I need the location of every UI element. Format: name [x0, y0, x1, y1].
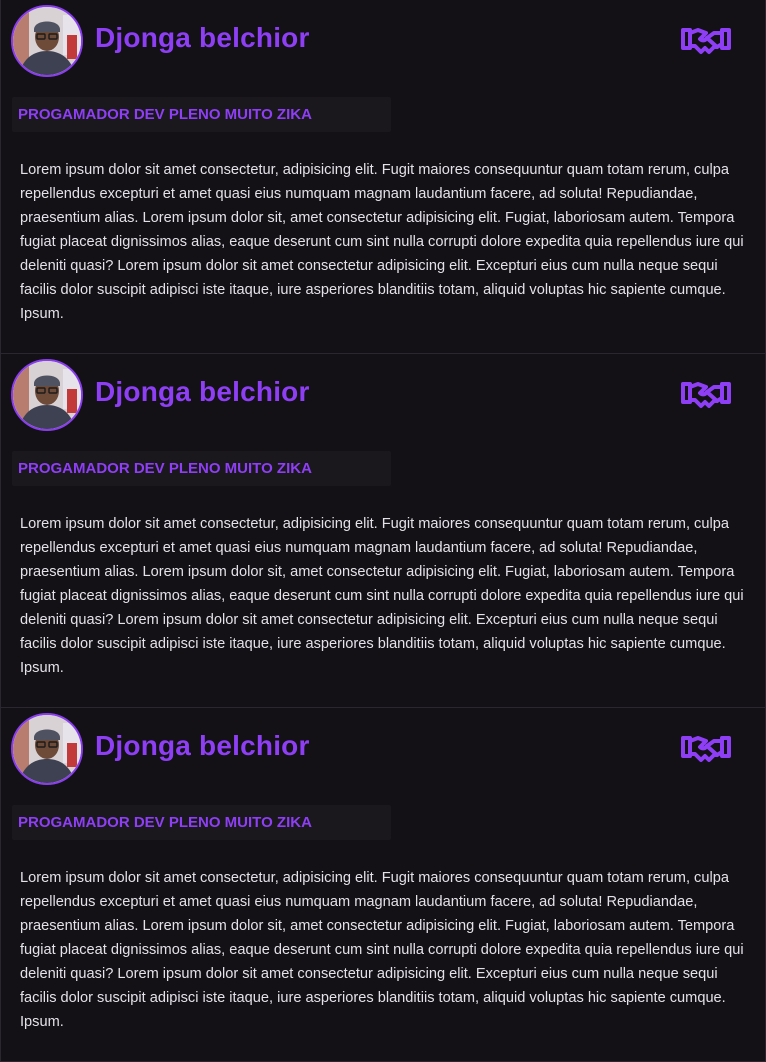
post-feed: Djonga belchior PROGAMADOR DEV PLENO MUI… [0, 0, 766, 1062]
post-card: Djonga belchior PROGAMADOR DEV PLENO MUI… [0, 0, 766, 354]
author-name: Djonga belchior [95, 376, 310, 407]
avatar-photo [13, 7, 81, 75]
avatar[interactable] [11, 359, 83, 431]
avatar[interactable] [11, 713, 83, 785]
handshake-icon[interactable] [681, 22, 731, 56]
avatar-photo [13, 715, 81, 783]
post-body: Lorem ipsum dolor sit amet consectetur, … [20, 516, 744, 676]
post-body: Lorem ipsum dolor sit amet consectetur, … [20, 162, 744, 322]
job-title-badge: PROGAMADOR DEV PLENO MUITO ZIKA [12, 97, 391, 132]
job-title-badge: PROGAMADOR DEV PLENO MUITO ZIKA [12, 805, 391, 840]
avatar-photo [13, 361, 81, 429]
author-name: Djonga belchior [95, 22, 310, 53]
post-body: Lorem ipsum dolor sit amet consectetur, … [20, 870, 744, 1030]
job-title-badge: PROGAMADOR DEV PLENO MUITO ZIKA [12, 451, 391, 486]
post-card: Djonga belchior PROGAMADOR DEV PLENO MUI… [0, 354, 766, 708]
post-card: Djonga belchior PROGAMADOR DEV PLENO MUI… [0, 708, 766, 1062]
handshake-icon[interactable] [681, 376, 731, 410]
avatar[interactable] [11, 5, 83, 77]
handshake-icon[interactable] [681, 730, 731, 764]
author-name: Djonga belchior [95, 730, 310, 761]
